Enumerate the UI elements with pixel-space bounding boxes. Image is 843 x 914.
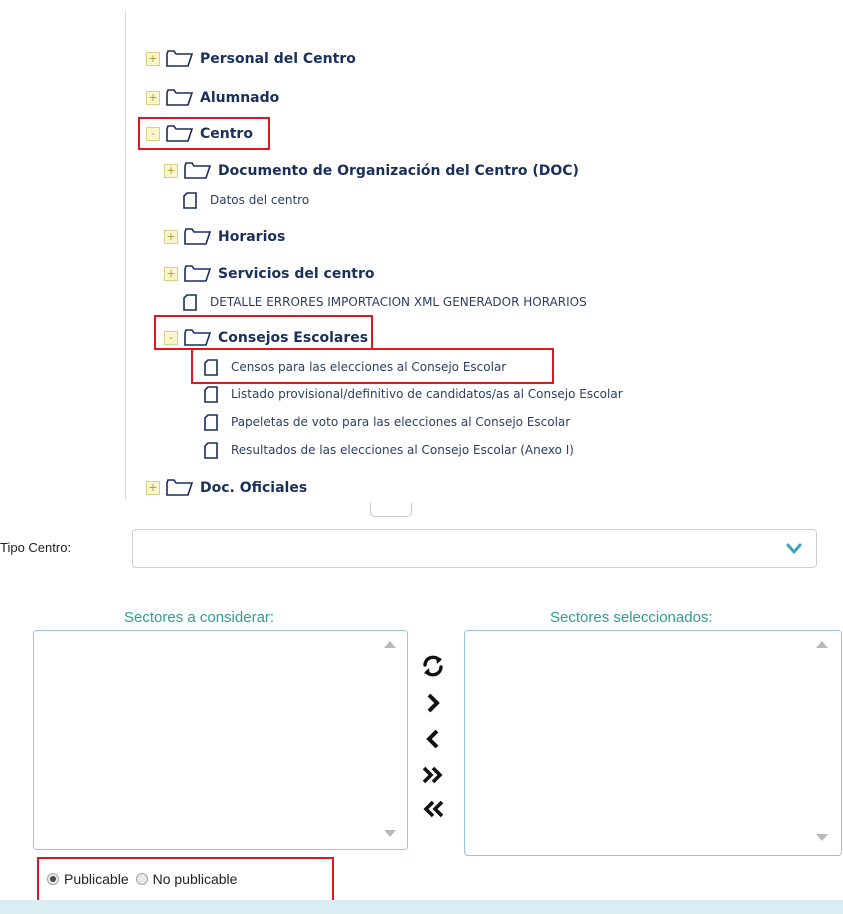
document-label: Censos para las elecciones al Consejo Es… xyxy=(231,360,507,374)
tree-folder-consejos-escolares[interactable]: - Consejos Escolares xyxy=(164,327,368,349)
tree-folder-doc-oficiales[interactable]: + Doc. Oficiales xyxy=(146,477,307,499)
sectores-considerar-list[interactable] xyxy=(33,630,408,850)
expand-toggle[interactable]: + xyxy=(164,164,178,178)
expand-toggle[interactable]: + xyxy=(164,230,178,244)
tree-document-detalle-errores[interactable]: DETALLE ERRORES IMPORTACION XML GENERADO… xyxy=(183,291,587,313)
folder-label: Alumnado xyxy=(200,90,280,106)
document-icon xyxy=(183,293,197,311)
document-icon xyxy=(204,358,218,376)
folder-label: Doc. Oficiales xyxy=(200,480,308,496)
scroll-up-arrow[interactable] xyxy=(816,641,828,648)
folder-icon xyxy=(166,125,194,143)
tree-document-censos[interactable]: Censos para las elecciones al Consejo Es… xyxy=(204,356,506,378)
folder-icon xyxy=(184,162,212,180)
tree-document-papeletas[interactable]: Papeletas de voto para las elecciones al… xyxy=(204,411,570,433)
tree-folder-personal-del-centro[interactable]: + Personal del Centro xyxy=(146,48,356,70)
expand-toggle[interactable]: + xyxy=(146,481,160,495)
folder-label: Personal del Centro xyxy=(200,51,356,67)
move-all-left-icon[interactable] xyxy=(421,797,445,821)
document-label: Listado provisional/definitivo de candid… xyxy=(231,387,623,401)
sectores-considerar-title: Sectores a considerar: xyxy=(124,609,275,626)
tree-document-listado-candidatos[interactable]: Listado provisional/definitivo de candid… xyxy=(204,383,623,405)
expand-toggle[interactable]: + xyxy=(146,91,160,105)
folder-icon xyxy=(166,50,194,68)
panel-splitter-handle[interactable] xyxy=(370,503,412,517)
tipo-centro-select[interactable] xyxy=(132,529,817,568)
tree-guide-line xyxy=(125,10,126,500)
tree-folder-servicios-del-centro[interactable]: + Servicios del centro xyxy=(164,263,375,285)
move-right-icon[interactable] xyxy=(421,691,445,715)
publicable-label[interactable]: Publicable xyxy=(64,871,129,887)
folder-label: Servicios del centro xyxy=(218,266,375,282)
tree-document-resultados[interactable]: Resultados de las elecciones al Consejo … xyxy=(204,439,574,461)
folder-icon xyxy=(166,89,194,107)
folder-icon xyxy=(166,479,194,497)
sectores-seleccionados-list[interactable] xyxy=(464,630,842,856)
tree-folder-documento-organizacion[interactable]: + Documento de Organización del Centro (… xyxy=(164,160,579,182)
document-icon xyxy=(204,441,218,459)
folder-icon xyxy=(184,329,212,347)
expand-toggle[interactable]: + xyxy=(146,52,160,66)
tree-document-datos-del-centro[interactable]: Datos del centro xyxy=(183,189,309,211)
folder-label: Documento de Organización del Centro (DO… xyxy=(218,163,579,179)
document-label: Papeletas de voto para las elecciones al… xyxy=(231,415,571,429)
document-icon xyxy=(204,385,218,403)
publicable-radio[interactable] xyxy=(47,873,59,885)
collapse-toggle[interactable]: - xyxy=(164,331,178,345)
folder-label: Horarios xyxy=(218,229,286,245)
tree-folder-centro[interactable]: - Centro xyxy=(146,123,253,145)
visibility-radio-group: Publicable No publicable xyxy=(47,871,244,887)
document-label: Datos del centro xyxy=(210,193,310,207)
document-icon xyxy=(183,191,197,209)
chevron-down-icon[interactable] xyxy=(786,541,802,555)
refresh-icon[interactable] xyxy=(421,654,445,678)
document-label: DETALLE ERRORES IMPORTACION XML GENERADO… xyxy=(210,295,587,309)
folder-icon xyxy=(184,265,212,283)
move-all-right-icon[interactable] xyxy=(421,763,445,787)
scroll-up-arrow[interactable] xyxy=(384,641,396,648)
bottom-bar xyxy=(0,900,843,914)
move-left-icon[interactable] xyxy=(421,727,445,751)
document-icon xyxy=(204,413,218,431)
scroll-down-arrow[interactable] xyxy=(384,830,396,837)
expand-toggle[interactable]: + xyxy=(164,267,178,281)
tree-folder-horarios[interactable]: + Horarios xyxy=(164,226,285,248)
folder-icon xyxy=(184,228,212,246)
folder-label: Centro xyxy=(200,126,253,142)
no-publicable-radio[interactable] xyxy=(135,873,148,885)
scroll-down-arrow[interactable] xyxy=(816,834,828,841)
sectores-seleccionados-title: Sectores seleccionados: xyxy=(550,609,713,626)
folder-label: Consejos Escolares xyxy=(218,330,369,346)
document-label: Resultados de las elecciones al Consejo … xyxy=(231,443,574,457)
tipo-centro-label: Tipo Centro: xyxy=(0,540,72,555)
no-publicable-label[interactable]: No publicable xyxy=(153,871,238,887)
collapse-toggle[interactable]: - xyxy=(146,127,160,141)
tree-folder-alumnado[interactable]: + Alumnado xyxy=(146,87,279,109)
